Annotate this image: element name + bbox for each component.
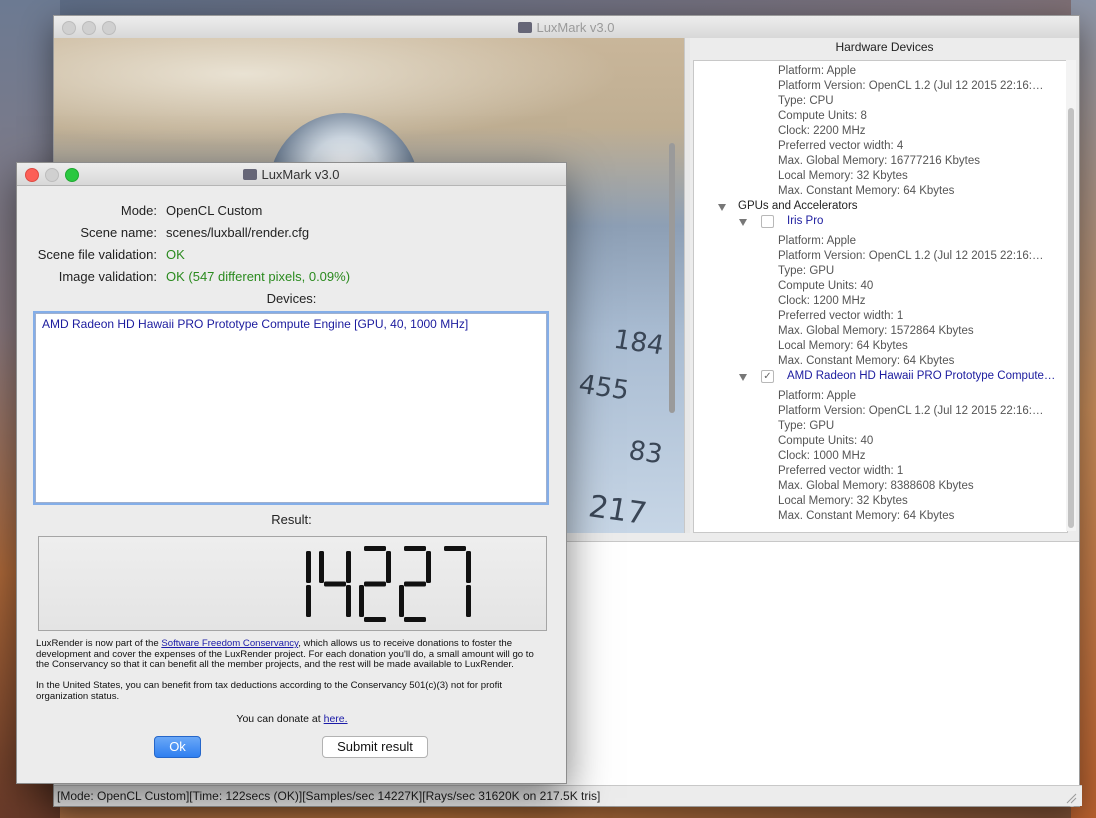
lcd-segment: [466, 585, 471, 617]
lcd-segment: [399, 585, 404, 617]
lcd-segment: [364, 546, 386, 551]
scene-name-label: Scene name:: [80, 225, 157, 240]
amd-detail: Max. Global Memory: 8388608 Kbytes: [778, 480, 974, 492]
iris-detail: Compute Units: 40: [778, 280, 874, 292]
amd-detail: Compute Units: 40: [778, 435, 874, 447]
gpu-group-disclosure-icon[interactable]: [718, 204, 726, 211]
cpu-detail: Platform Version: OpenCL 1.2 (Jul 12 201…: [778, 80, 1044, 92]
cpu-detail: Max. Global Memory: 16777216 Kbytes: [778, 155, 980, 167]
render-tile-label: 455: [576, 369, 632, 407]
dialog-titlebar[interactable]: LuxMark v3.0: [17, 163, 566, 186]
amd-detail: Clock: 1000 MHz: [778, 450, 866, 462]
lcd-digit: [359, 546, 391, 622]
result-dialog: LuxMark v3.0 Mode: OpenCL Custom Scene n…: [16, 162, 567, 784]
lcd-segment: [386, 551, 391, 583]
cpu-detail: Compute Units: 8: [778, 110, 867, 122]
gpu-group-label[interactable]: GPUs and Accelerators: [738, 200, 858, 212]
amd-disclosure-icon[interactable]: [739, 374, 747, 381]
mode-label: Mode:: [120, 203, 157, 218]
render-vertical-scrollbar[interactable]: [669, 143, 675, 413]
window-title: LuxMark v3.0: [54, 20, 1079, 35]
device-list-item[interactable]: AMD Radeon HD Hawaii PRO Prototype Compu…: [42, 317, 468, 331]
lcd-segment: [404, 546, 426, 551]
amd-detail: Platform Version: OpenCL 1.2 (Jul 12 201…: [778, 405, 1044, 417]
lcd-digit: [444, 546, 471, 617]
lcd-segment: [346, 585, 351, 617]
scene-validation-value: OK: [166, 247, 185, 262]
iris-disclosure-icon[interactable]: [739, 219, 747, 226]
render-tile-label: 83: [626, 435, 665, 471]
lcd-segment: [466, 551, 471, 583]
lcd-segment: [404, 617, 426, 622]
cpu-detail: Clock: 2200 MHz: [778, 125, 866, 137]
hardware-tree-scrollbar[interactable]: [1066, 60, 1076, 531]
lcd-segment: [359, 585, 364, 617]
iris-detail: Platform Version: OpenCL 1.2 (Jul 12 201…: [778, 250, 1044, 262]
ok-button[interactable]: Ok: [154, 736, 201, 758]
conservancy-link[interactable]: Software Freedom Conservancy: [161, 638, 298, 649]
lcd-digit: [306, 551, 311, 617]
iris-detail: Preferred vector width: 1: [778, 310, 904, 322]
lcd-segment: [324, 581, 346, 587]
status-bar: [Mode: OpenCL Custom][Time: 122secs (OK)…: [54, 785, 1082, 806]
submit-result-button[interactable]: Submit result: [322, 736, 428, 758]
lcd-segment: [364, 581, 386, 587]
image-validation-value: OK (547 different pixels, 0.09%): [166, 269, 351, 284]
resize-grip-icon[interactable]: [1065, 792, 1077, 804]
lcd-segment: [306, 551, 311, 583]
lcd-segment: [319, 551, 324, 583]
iris-detail: Platform: Apple: [778, 235, 856, 247]
scene-name-value: scenes/luxball/render.cfg: [166, 225, 310, 240]
donate-line: You can donate at here.: [236, 713, 348, 725]
iris-detail: Local Memory: 64 Kbytes: [778, 340, 908, 352]
iris-detail: Type: GPU: [778, 265, 835, 277]
devices-label: Devices:: [266, 291, 317, 306]
lcd-segment: [404, 581, 426, 587]
main-titlebar[interactable]: LuxMark v3.0: [54, 16, 1079, 39]
iris-detail: Max. Constant Memory: 64 Kbytes: [778, 355, 955, 367]
cpu-detail: Platform: Apple: [778, 65, 856, 77]
hardware-devices-panel: Hardware Devices Platform: Apple Platfor…: [690, 38, 1079, 533]
amd-detail: Type: GPU: [778, 420, 835, 432]
lcd-segment: [364, 617, 386, 622]
iris-pro-checkbox[interactable]: [761, 215, 774, 228]
lcd-segment: [306, 585, 311, 617]
amd-detail: Local Memory: 32 Kbytes: [778, 495, 908, 507]
result-label: Result:: [271, 512, 312, 527]
render-tile-label: 184: [611, 324, 667, 362]
info-paragraph: LuxRender is now part of the Software Fr…: [36, 638, 534, 670]
scene-validation-label: Scene file validation:: [37, 247, 157, 262]
devices-list[interactable]: AMD Radeon HD Hawaii PRO Prototype Compu…: [35, 313, 547, 503]
luxmark-app-icon: [243, 169, 258, 180]
donate-link[interactable]: here.: [324, 713, 348, 725]
device-amd-radeon[interactable]: AMD Radeon HD Hawaii PRO Prototype Compu…: [787, 370, 1055, 382]
device-iris-pro[interactable]: Iris Pro: [787, 215, 823, 227]
iris-detail: Max. Global Memory: 1572864 Kbytes: [778, 325, 974, 337]
lcd-segment: [444, 546, 466, 551]
hardware-devices-header: Hardware Devices: [835, 40, 934, 54]
image-validation-label: Image validation:: [58, 269, 157, 284]
cpu-detail: Local Memory: 32 Kbytes: [778, 170, 908, 182]
lcd-segment: [346, 551, 351, 583]
render-tile-label: 217: [585, 488, 650, 533]
iris-detail: Clock: 1200 MHz: [778, 295, 866, 307]
result-display: [38, 536, 547, 631]
dialog-title: LuxMark v3.0: [17, 167, 566, 182]
lcd-segment: [426, 551, 431, 583]
cpu-detail: Preferred vector width: 4: [778, 140, 904, 152]
amd-detail: Preferred vector width: 1: [778, 465, 904, 477]
lcd-digit: [319, 551, 351, 617]
result-lcd-number: [306, 546, 471, 622]
lcd-digit: [399, 546, 431, 622]
hardware-tree[interactable]: Platform: Apple Platform Version: OpenCL…: [693, 60, 1068, 533]
luxmark-app-icon: [518, 22, 533, 33]
amd-detail: Platform: Apple: [778, 390, 856, 402]
cpu-detail: Type: CPU: [778, 95, 834, 107]
amd-detail: Max. Constant Memory: 64 Kbytes: [778, 510, 955, 522]
cpu-detail: Max. Constant Memory: 64 Kbytes: [778, 185, 955, 197]
amd-checkbox[interactable]: ✓: [761, 370, 774, 383]
tax-paragraph: In the United States, you can benefit fr…: [36, 680, 503, 702]
mode-value: OpenCL Custom: [166, 203, 263, 218]
